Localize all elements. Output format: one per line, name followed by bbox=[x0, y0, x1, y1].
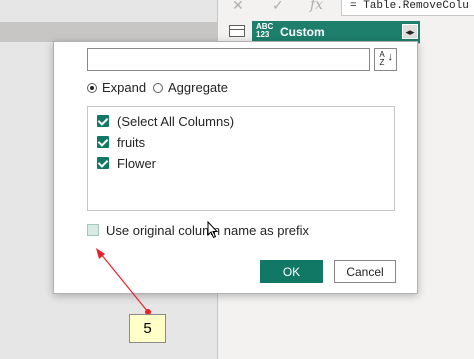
annotation-arrow-line bbox=[100, 253, 149, 313]
step-callout: 5 bbox=[129, 314, 166, 343]
step-number: 5 bbox=[143, 320, 152, 337]
annotation-arrow bbox=[96, 248, 151, 315]
